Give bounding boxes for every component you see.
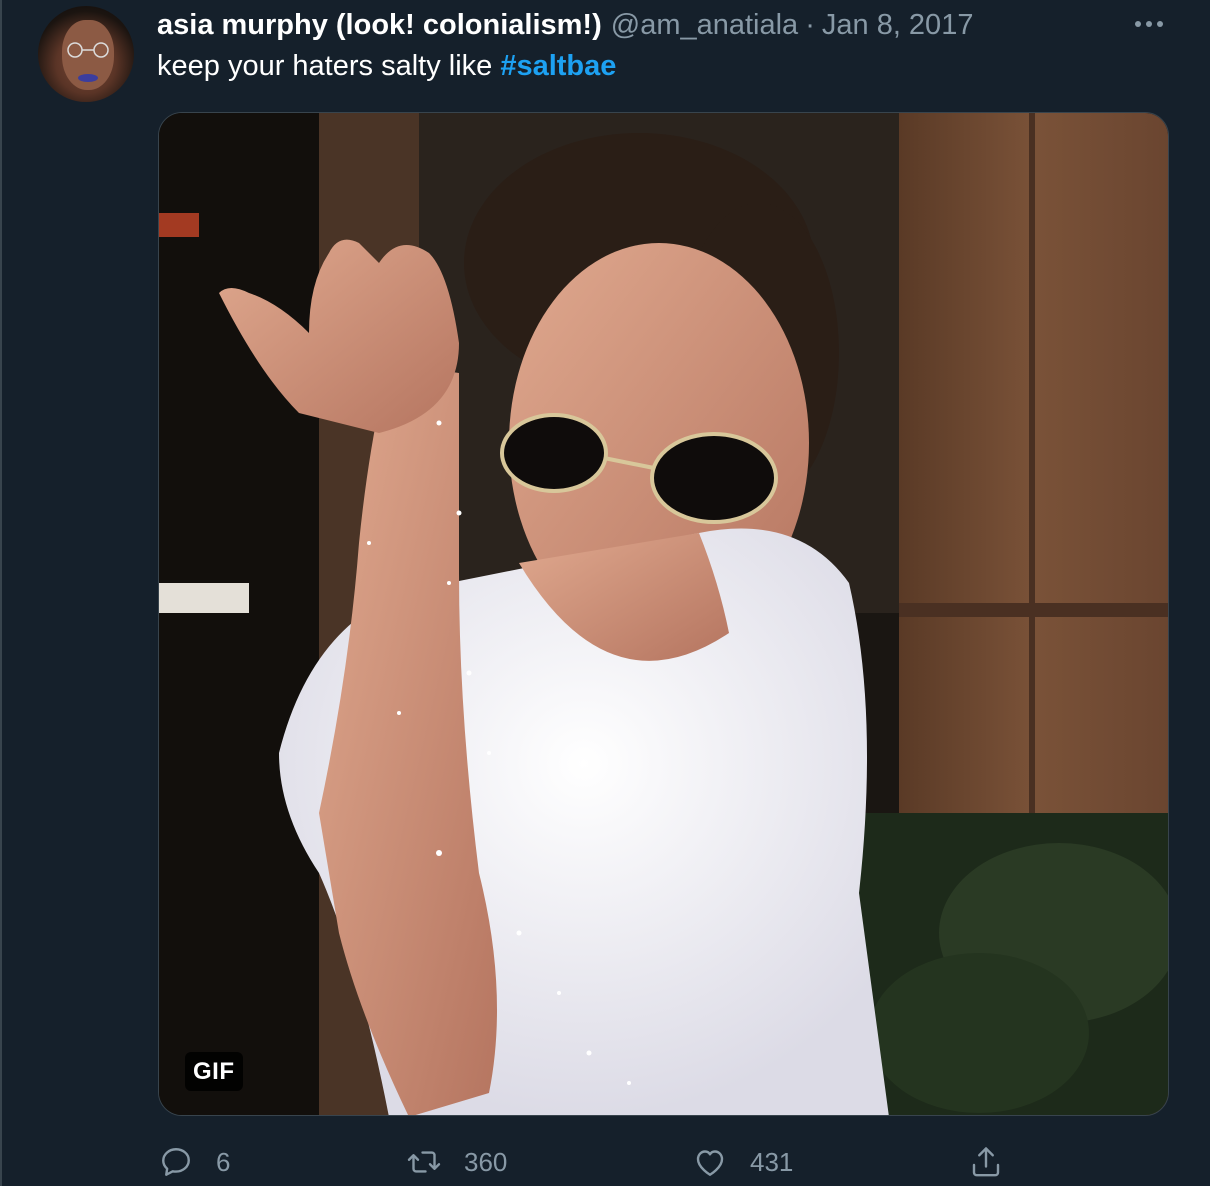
heart-icon xyxy=(696,1150,724,1176)
retweet-count: 360 xyxy=(464,1146,508,1177)
reply-icon xyxy=(162,1148,190,1176)
author-display-name[interactable]: asia murphy (look! colonialism!) xyxy=(157,9,602,42)
tweet-card[interactable]: asia murphy (look! colonialism!) @am_ana… xyxy=(0,0,1210,1186)
gif-image xyxy=(159,113,1168,1115)
tweet-date[interactable]: Jan 8, 2017 xyxy=(822,9,974,42)
retweet-button[interactable]: 360 xyxy=(406,1142,507,1182)
ellipsis-icon[interactable] xyxy=(1132,10,1166,38)
tweet-actions: 6 360 431 xyxy=(2,1142,1210,1186)
retweet-icon xyxy=(407,1151,441,1173)
avatar-glasses xyxy=(67,42,109,58)
share-button[interactable] xyxy=(968,1142,1004,1182)
like-count: 431 xyxy=(750,1146,794,1177)
tweet-header: asia murphy (look! colonialism!) @am_ana… xyxy=(157,8,973,42)
reply-button[interactable]: 6 xyxy=(158,1142,230,1182)
tweet-text-body: keep your haters salty like xyxy=(157,50,501,82)
header-separator: · xyxy=(805,8,815,41)
gif-media[interactable]: GIF xyxy=(158,112,1169,1116)
like-button[interactable]: 431 xyxy=(692,1142,793,1182)
author-avatar[interactable] xyxy=(38,6,134,102)
hashtag-link[interactable]: #saltbae xyxy=(500,50,616,82)
author-handle[interactable]: @am_anatiala xyxy=(611,9,798,42)
tweet-text: keep your haters salty like #saltbae xyxy=(157,50,616,83)
avatar-lips xyxy=(78,74,98,82)
share-icon xyxy=(972,1147,1000,1177)
reply-count: 6 xyxy=(216,1146,231,1177)
gif-badge: GIF xyxy=(185,1052,243,1091)
